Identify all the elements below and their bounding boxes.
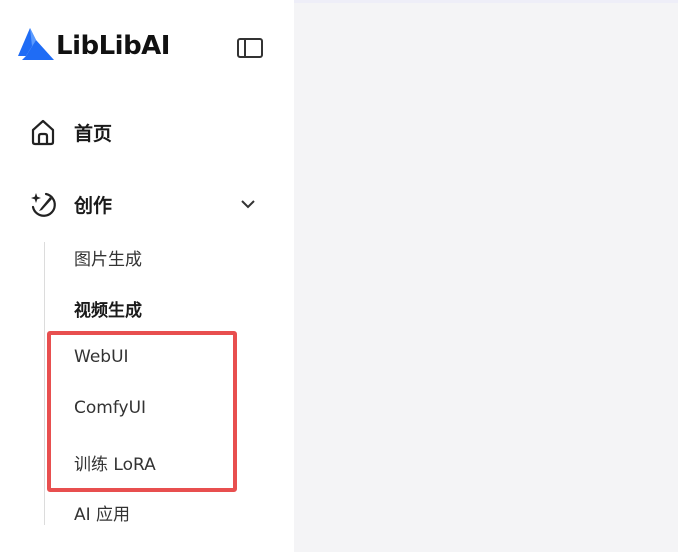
main-content-area — [294, 0, 678, 552]
sparkle-brush-icon — [31, 192, 56, 217]
submenu-item-video-generation[interactable]: 视频生成 — [74, 296, 142, 321]
highlight-annotation-box — [47, 331, 237, 492]
submenu-item-image-generation[interactable]: 图片生成 — [74, 245, 142, 270]
sidebar: LibLibAI 首页 创作 图片生成 视频生成 WebUI ComfyUI 训… — [0, 0, 294, 552]
nav-item-home[interactable]: 首页 — [28, 117, 112, 147]
submenu-tree-line — [44, 242, 45, 525]
brand-logo[interactable]: LibLibAI — [16, 26, 170, 66]
home-icon — [31, 119, 55, 146]
nav-label-create: 创作 — [74, 194, 113, 217]
submenu-item-ai-apps[interactable]: AI 应用 — [74, 500, 130, 525]
brand-name: LibLibAI — [56, 31, 170, 61]
chevron-down-icon[interactable] — [238, 196, 258, 212]
liblib-logo-icon — [18, 28, 54, 60]
top-strip — [294, 0, 678, 3]
sidebar-collapse-button[interactable] — [236, 36, 264, 60]
nav-label-home: 首页 — [74, 122, 113, 145]
nav-item-create[interactable]: 创作 — [28, 189, 112, 219]
sidebar-collapse-icon — [237, 38, 263, 58]
